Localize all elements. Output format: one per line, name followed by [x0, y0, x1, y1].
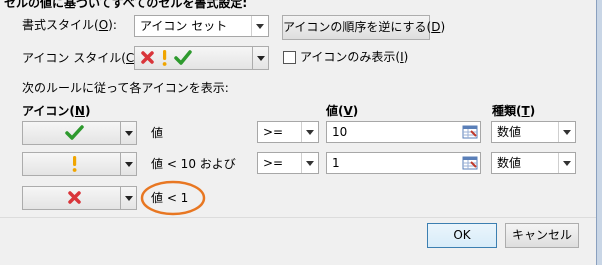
rule-1-type-select[interactable]: 数値 — [491, 121, 576, 143]
icon-style-label: アイコン スタイル(C): — [22, 51, 143, 65]
value-column-header: 値(V) — [326, 104, 359, 118]
rules-heading: 次のルールに従って各アイコンを表示: — [22, 81, 229, 95]
rule-2-type-value: 数値 — [497, 156, 522, 170]
rule-1-operator-select[interactable]: >= — [257, 121, 319, 143]
icon-only-label: アイコンのみ表示(I) — [300, 50, 409, 64]
chevron-down-icon — [301, 153, 318, 173]
rule-2-type-select[interactable]: 数値 — [491, 152, 576, 174]
green-check-icon — [65, 125, 84, 140]
icon-style-select[interactable] — [134, 46, 269, 70]
rule-2-operator-select[interactable]: >= — [257, 152, 319, 174]
rule-1-operator-value: >= — [263, 125, 284, 139]
icon-column-header: アイコン(N) — [22, 104, 91, 118]
chevron-down-icon — [120, 187, 136, 209]
rule-1-condition: 値 — [151, 126, 164, 140]
chevron-down-icon — [558, 122, 575, 142]
chevron-down-icon — [252, 47, 268, 69]
ok-button[interactable]: OK — [427, 223, 497, 248]
chevron-down-icon — [301, 122, 318, 142]
rule-2-condition: 値 < 10 および — [151, 157, 236, 171]
format-style-select[interactable]: アイコン セット — [134, 15, 269, 37]
rule-1-value-text: 10 — [332, 125, 348, 139]
icon-only-checkbox[interactable] — [283, 51, 296, 64]
red-x-icon — [68, 191, 81, 204]
rule-2-value-text: 1 — [332, 156, 340, 170]
rule-2-operator-value: >= — [263, 156, 284, 170]
rule-2-icon-select[interactable] — [22, 152, 137, 176]
range-select-icon[interactable] — [462, 124, 478, 140]
window-border — [596, 0, 602, 265]
yellow-exclamation-icon — [72, 156, 77, 172]
rule-1-value-input[interactable]: 10 — [326, 121, 481, 143]
highlight-ellipse — [140, 180, 206, 216]
format-style-label: 書式スタイル(O): — [22, 18, 117, 32]
chevron-down-icon — [251, 16, 268, 36]
rule-3-icon-select[interactable] — [22, 186, 137, 210]
format-style-value: アイコン セット — [140, 19, 228, 33]
rule-1-type-value: 数値 — [497, 125, 522, 139]
section-title: セルの値に基づいてすべてのセルを書式設定: — [4, 0, 248, 10]
rule-1-icon-select[interactable] — [22, 121, 137, 145]
reverse-icon-order-button[interactable]: アイコンの順序を逆にする(D) — [282, 15, 445, 40]
rule-2-value-input[interactable]: 1 — [326, 152, 481, 174]
cancel-button[interactable]: キャンセル — [505, 223, 579, 248]
range-select-icon[interactable] — [462, 155, 478, 171]
chevron-down-icon — [120, 122, 136, 144]
chevron-down-icon — [558, 153, 575, 173]
chevron-down-icon — [120, 153, 136, 175]
three-symbols-icon — [141, 50, 192, 66]
type-column-header: 種類(T) — [492, 104, 536, 118]
